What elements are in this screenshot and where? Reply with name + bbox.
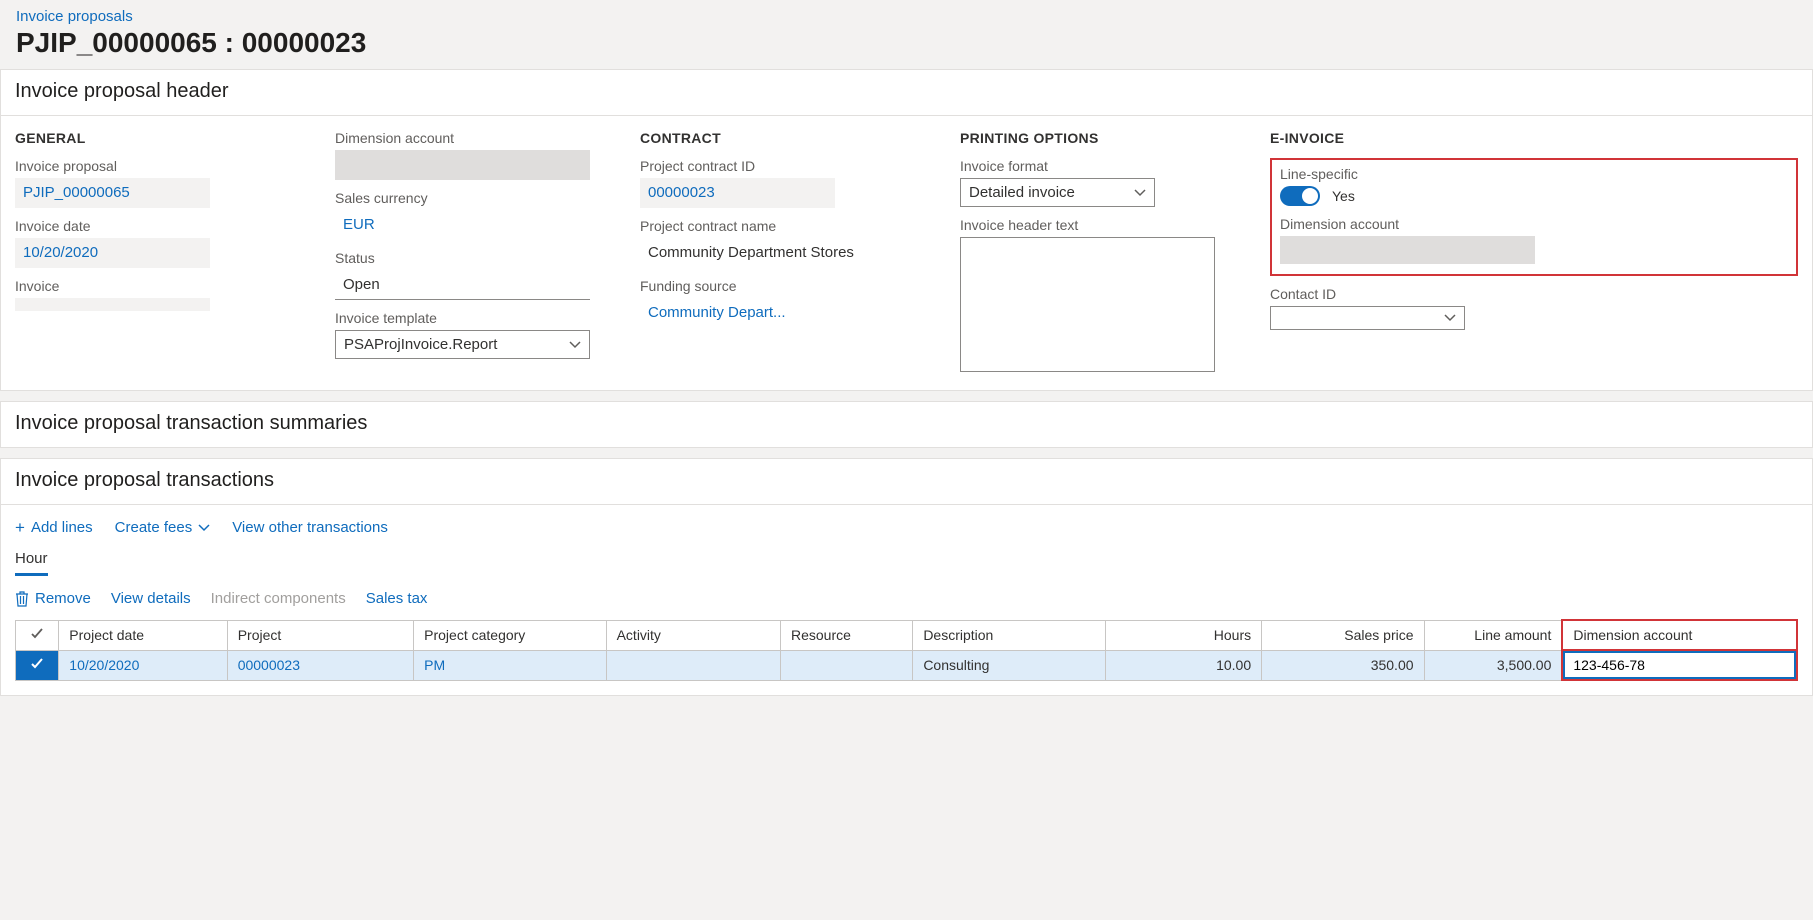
chevron-down-icon <box>1134 187 1146 199</box>
textarea-invoice-header-text[interactable] <box>960 237 1215 372</box>
label-einvoice-dimension-account: Dimension account <box>1280 216 1788 232</box>
column-resource[interactable]: Resource <box>781 620 913 650</box>
select-invoice-format-value: Detailed invoice <box>969 184 1075 201</box>
column-dimension-account[interactable]: Dimension account <box>1562 620 1797 650</box>
label-status: Status <box>335 250 610 266</box>
trash-icon <box>15 591 29 607</box>
label-invoice-template: Invoice template <box>335 310 610 326</box>
check-icon <box>30 627 44 641</box>
section-header-transactions[interactable]: Invoice proposal transactions <box>1 459 1812 505</box>
group-printing-options: PRINTING OPTIONS <box>960 130 1240 146</box>
field-invoice-proposal[interactable]: PJIP_00000065 <box>15 178 210 208</box>
chevron-down-icon <box>1444 312 1456 324</box>
column-hours[interactable]: Hours <box>1105 620 1261 650</box>
field-einvoice-dimension-account[interactable] <box>1280 236 1535 264</box>
create-fees-label: Create fees <box>115 519 193 536</box>
add-lines-button[interactable]: + Add lines <box>15 519 93 536</box>
field-invoice-date[interactable]: 10/20/2020 <box>15 238 210 268</box>
tab-hour[interactable]: Hour <box>15 542 48 576</box>
view-other-transactions-button[interactable]: View other transactions <box>232 519 388 536</box>
column-line-amount[interactable]: Line amount <box>1424 620 1562 650</box>
section-header-transaction-summaries[interactable]: Invoice proposal transaction summaries <box>1 402 1812 447</box>
column-project-category[interactable]: Project category <box>414 620 606 650</box>
label-invoice-proposal: Invoice proposal <box>15 158 305 174</box>
cell-project-category[interactable]: PM <box>414 650 606 680</box>
label-project-contract-name: Project contract name <box>640 218 930 234</box>
create-fees-button[interactable]: Create fees <box>115 519 211 536</box>
cell-line-amount[interactable]: 3,500.00 <box>1424 650 1562 680</box>
field-project-contract-id[interactable]: 00000023 <box>640 178 835 208</box>
select-invoice-template-value: PSAProjInvoice.Report <box>344 336 497 353</box>
label-sales-currency: Sales currency <box>335 190 610 206</box>
label-line-specific: Line-specific <box>1280 166 1788 182</box>
column-select-all[interactable] <box>16 620 59 650</box>
field-sales-currency[interactable]: EUR <box>335 210 610 240</box>
add-lines-label: Add lines <box>31 519 93 536</box>
label-dimension-account: Dimension account <box>335 130 610 146</box>
chevron-down-icon <box>198 522 210 534</box>
column-project-date[interactable]: Project date <box>59 620 227 650</box>
cell-project[interactable]: 00000023 <box>227 650 413 680</box>
cell-sales-price[interactable]: 350.00 <box>1262 650 1424 680</box>
select-invoice-template[interactable]: PSAProjInvoice.Report <box>335 330 590 359</box>
group-contract: CONTRACT <box>640 130 930 146</box>
label-invoice: Invoice <box>15 278 305 294</box>
label-contact-id: Contact ID <box>1270 286 1798 302</box>
toggle-line-specific-value: Yes <box>1332 188 1355 204</box>
group-general: GENERAL <box>15 130 305 146</box>
column-project[interactable]: Project <box>227 620 413 650</box>
plus-icon: + <box>15 519 25 536</box>
cell-activity[interactable] <box>606 650 780 680</box>
cell-dimension-account[interactable] <box>1562 650 1797 680</box>
breadcrumb-link[interactable]: Invoice proposals <box>16 8 1797 25</box>
select-invoice-format[interactable]: Detailed invoice <box>960 178 1155 207</box>
label-funding-source: Funding source <box>640 278 930 294</box>
label-invoice-header-text: Invoice header text <box>960 217 1240 233</box>
view-details-button[interactable]: View details <box>111 590 191 607</box>
row-selector[interactable] <box>16 650 59 680</box>
toggle-line-specific[interactable] <box>1280 186 1320 206</box>
table-row[interactable]: 10/20/2020 00000023 PM Consulting 10.00 … <box>16 650 1798 680</box>
label-invoice-format: Invoice format <box>960 158 1240 174</box>
input-dimension-account[interactable] <box>1563 651 1796 679</box>
chevron-down-icon <box>569 339 581 351</box>
field-funding-source[interactable]: Community Depart... <box>640 298 930 328</box>
cell-description[interactable]: Consulting <box>913 650 1105 680</box>
remove-label: Remove <box>35 590 91 607</box>
label-invoice-date: Invoice date <box>15 218 305 234</box>
indirect-components-button: Indirect components <box>211 590 346 607</box>
select-contact-id[interactable] <box>1270 306 1465 330</box>
field-project-contract-name: Community Department Stores <box>640 238 900 268</box>
check-icon <box>30 657 44 671</box>
page-title: PJIP_00000065 : 00000023 <box>16 27 1797 59</box>
cell-resource[interactable] <box>781 650 913 680</box>
column-sales-price[interactable]: Sales price <box>1262 620 1424 650</box>
section-header-invoice-proposal-header[interactable]: Invoice proposal header <box>1 70 1812 116</box>
transactions-table: Project date Project Project category Ac… <box>15 619 1798 681</box>
cell-hours[interactable]: 10.00 <box>1105 650 1261 680</box>
highlight-e-invoice-frame: Line-specific Yes Dimension account <box>1270 158 1798 276</box>
sales-tax-button[interactable]: Sales tax <box>366 590 428 607</box>
remove-button[interactable]: Remove <box>15 590 91 607</box>
field-dimension-account[interactable] <box>335 150 590 180</box>
column-description[interactable]: Description <box>913 620 1105 650</box>
cell-project-date[interactable]: 10/20/2020 <box>59 650 227 680</box>
label-project-contract-id: Project contract ID <box>640 158 930 174</box>
column-activity[interactable]: Activity <box>606 620 780 650</box>
field-invoice[interactable] <box>15 298 210 311</box>
field-status[interactable]: Open <box>335 270 590 300</box>
group-einvoice: E-INVOICE <box>1270 130 1798 146</box>
